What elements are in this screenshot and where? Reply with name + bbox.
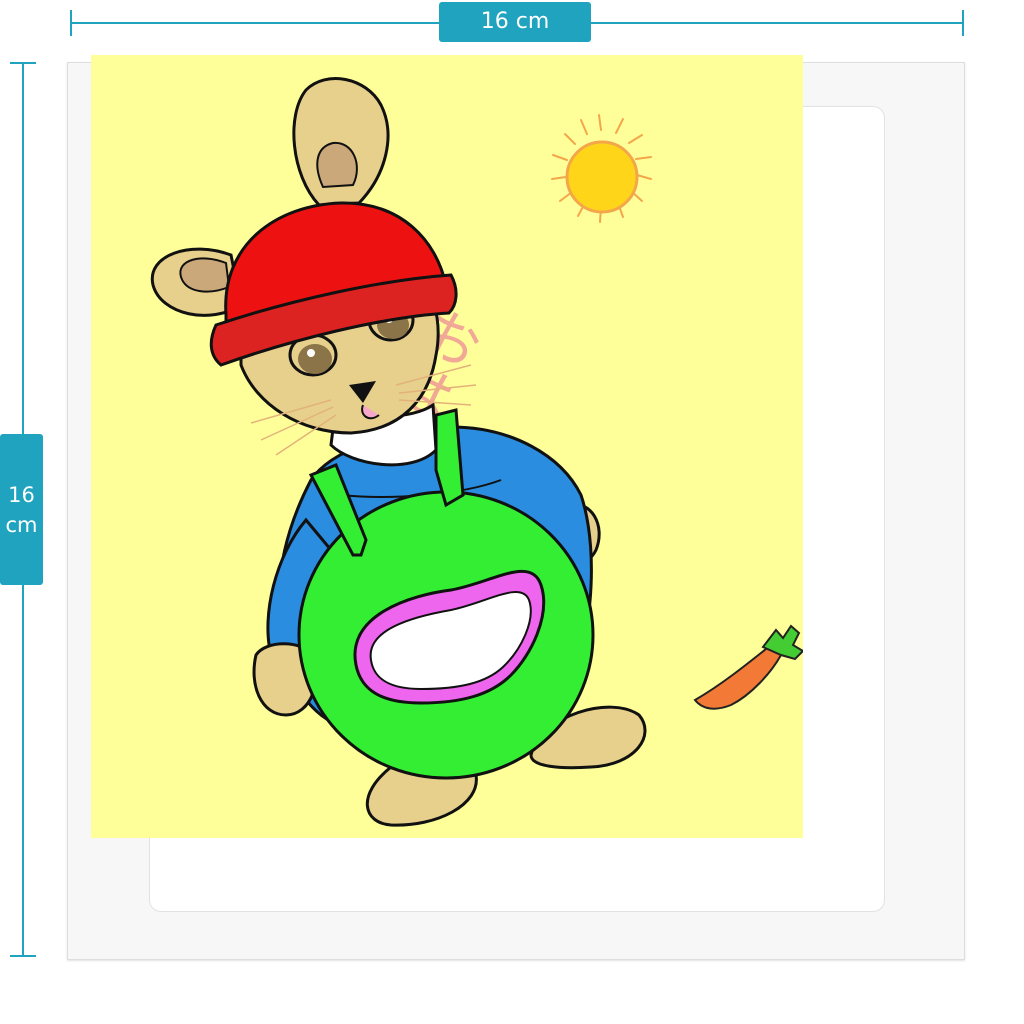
product-preview: 16 cm 16 cm おはよー xyxy=(0,0,1024,1024)
rabbit-ear-top xyxy=(292,77,390,207)
width-dimension-cap-right xyxy=(962,10,964,36)
height-dimension-label: 16 cm xyxy=(0,434,43,585)
height-dimension-unit: cm xyxy=(5,512,38,537)
height-dimension-value: 16 xyxy=(8,482,35,507)
height-dimension-cap-top xyxy=(10,62,36,64)
height-dimension-cap-bottom xyxy=(10,955,36,957)
rabbit-illustration: おはよー xyxy=(91,55,803,838)
width-dimension-label: 16 cm xyxy=(439,2,591,42)
width-dimension-cap-left xyxy=(70,10,72,36)
